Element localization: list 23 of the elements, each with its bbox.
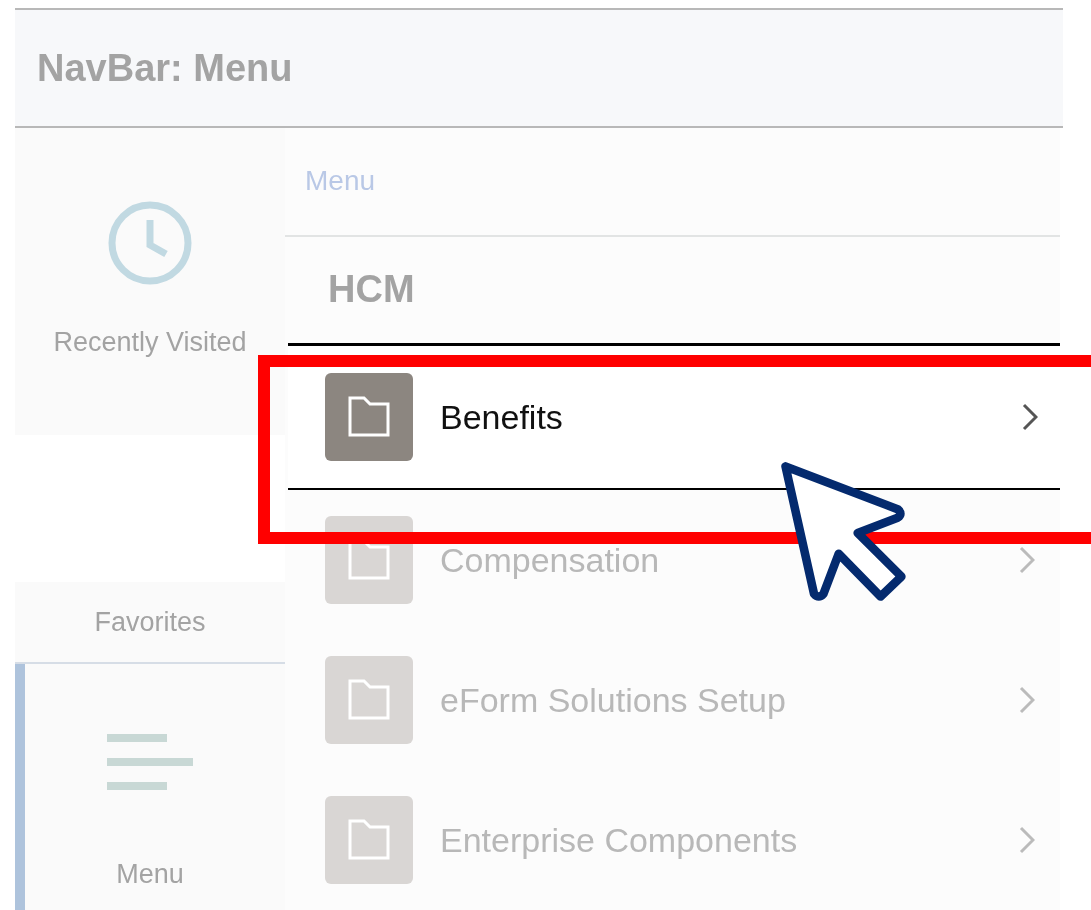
chevron-right-icon [1019, 686, 1035, 714]
menu-item-label: eForm Solutions Setup [440, 679, 787, 721]
chevron-right-icon [1019, 546, 1035, 574]
nav-tile-label: Favorites [94, 605, 206, 639]
menu-item-label: Enterprise Components [440, 819, 799, 861]
header-title: NavBar: Menu [37, 45, 293, 91]
menu-icon [107, 733, 193, 790]
menu-item-label: Benefits [440, 396, 564, 438]
nav-tile[interactable]: Recently Visited [15, 128, 285, 435]
clock-icon [107, 200, 193, 287]
nav-tile-label: Recently Visited [53, 326, 247, 360]
folder-icon [325, 796, 413, 884]
chevron-right-icon [1022, 403, 1038, 431]
nav-tile[interactable]: Favorites [15, 582, 285, 664]
chevron-right-icon [1019, 826, 1035, 854]
menu-item[interactable]: Benefits [288, 343, 1060, 490]
section-heading: HCM [328, 267, 415, 313]
menu-item-label: Compensation [440, 539, 661, 581]
folder-icon [325, 656, 413, 744]
nav-tile[interactable]: Menu [15, 664, 285, 910]
breadcrumb-link[interactable]: Menu [305, 160, 376, 203]
folder-icon [325, 373, 413, 461]
nav-tile-label: Menu [116, 857, 184, 891]
